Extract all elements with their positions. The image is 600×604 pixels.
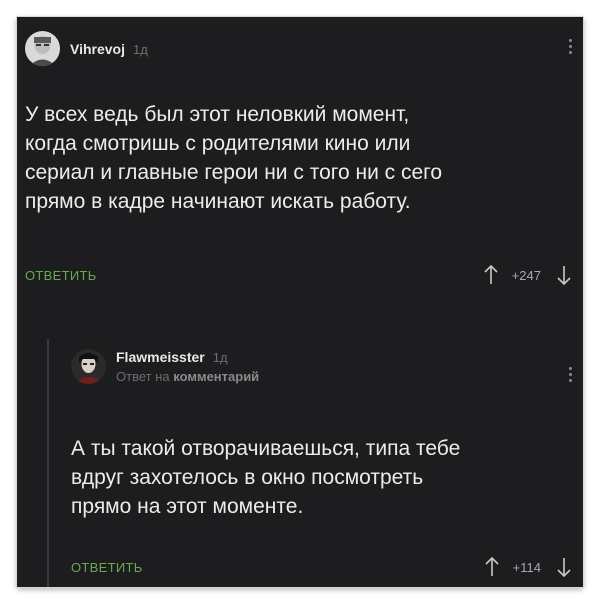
kebab-menu-icon[interactable] xyxy=(569,367,573,382)
comment-text: У всех ведь был этот неловкий момент, ко… xyxy=(25,103,443,213)
vote-controls: +114 xyxy=(485,557,571,577)
comment-header: Vihrevoj 1д xyxy=(25,31,148,66)
thread-line[interactable] xyxy=(47,339,49,587)
comment-footer: ОТВЕТИТЬ +114 xyxy=(71,557,571,577)
avatar[interactable] xyxy=(25,31,60,66)
kebab-menu-icon[interactable] xyxy=(569,39,573,54)
reply-button[interactable]: ОТВЕТИТЬ xyxy=(71,560,143,575)
avatar[interactable] xyxy=(71,349,106,384)
comment-text: А ты такой отворачиваешься, типа тебе вд… xyxy=(71,437,461,518)
reply-comment: Flawmeisster 1д Ответ на комментарий А т… xyxy=(47,339,583,587)
vote-score: +114 xyxy=(512,559,541,575)
reply-to-prefix: Ответ на xyxy=(116,369,170,384)
comments-panel: Vihrevoj 1д У всех ведь был этот неловки… xyxy=(17,17,583,587)
downvote-arrow-icon[interactable] xyxy=(557,265,571,285)
comment: Vihrevoj 1д У всех ведь был этот неловки… xyxy=(17,17,583,317)
reply-button[interactable]: ОТВЕТИТЬ xyxy=(25,268,97,283)
upvote-arrow-icon[interactable] xyxy=(484,265,498,285)
comment-header: Flawmeisster 1д Ответ на комментарий xyxy=(71,349,259,384)
vote-score: +247 xyxy=(511,267,541,283)
reply-to: Ответ на комментарий xyxy=(116,369,259,384)
username[interactable]: Flawmeisster xyxy=(116,349,205,365)
downvote-arrow-icon[interactable] xyxy=(557,557,571,577)
username[interactable]: Vihrevoj xyxy=(70,41,125,57)
comment-footer: ОТВЕТИТЬ +247 xyxy=(25,265,571,285)
reply-to-link[interactable]: комментарий xyxy=(173,369,259,384)
comment-time: 1д xyxy=(212,350,228,365)
comment-time: 1д xyxy=(133,41,148,57)
upvote-arrow-icon[interactable] xyxy=(485,557,499,577)
vote-controls: +247 xyxy=(484,265,571,285)
